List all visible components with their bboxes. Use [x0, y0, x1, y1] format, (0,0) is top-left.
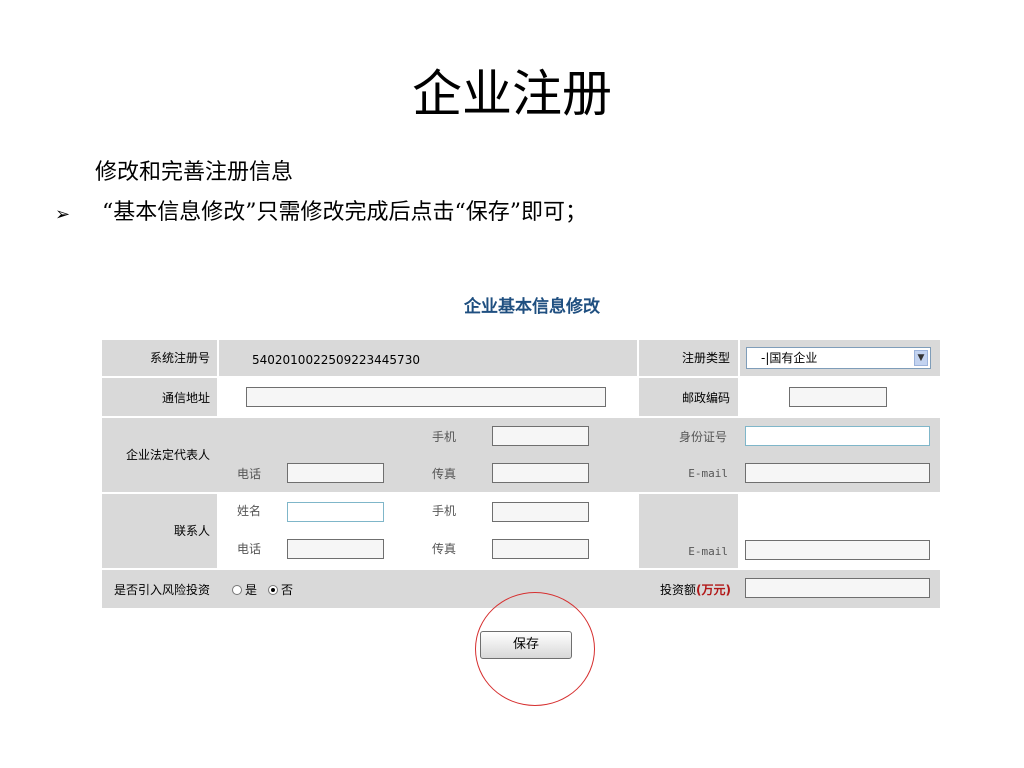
legal-rep-fax-label: 传真: [432, 467, 457, 481]
address-field[interactable]: [246, 387, 606, 407]
reg-type-select[interactable]: -|国有企业 ▼: [746, 347, 931, 369]
legal-rep-email-field[interactable]: [745, 463, 930, 483]
legal-rep-id-field[interactable]: [745, 426, 930, 446]
contact-fax-field[interactable]: [492, 539, 589, 559]
risk-yes-label[interactable]: 是: [245, 582, 257, 598]
slide-title: 企业注册: [412, 65, 612, 123]
invest-unit: (万元): [696, 583, 731, 597]
legal-rep-label: 企业法定代表人: [125, 448, 210, 462]
contact-name-field[interactable]: [287, 502, 384, 522]
invest-label: 投资额: [660, 583, 697, 597]
reg-type-label: 注册类型: [681, 351, 730, 365]
contact-fax-label: 传真: [432, 542, 457, 556]
risk-label: 是否引入风险投资: [113, 583, 210, 597]
postcode-label: 邮政编码: [681, 391, 730, 405]
invest-amount-field[interactable]: [745, 578, 930, 598]
contact-phone-field[interactable]: [287, 539, 384, 559]
contact-mobile-label: 手机: [432, 504, 457, 518]
address-label: 通信地址: [161, 391, 210, 405]
chevron-down-icon[interactable]: ▼: [914, 350, 928, 366]
contact-label: 联系人: [173, 524, 210, 538]
contact-email-field[interactable]: [745, 540, 930, 560]
contact-phone-label: 电话: [237, 542, 262, 556]
reg-type-selected: -|国有企业: [761, 351, 818, 365]
contact-name-label: 姓名: [237, 504, 262, 518]
slide-subtitle: 修改和完善注册信息: [95, 160, 294, 185]
reg-no-value: 5402010022509223445730: [252, 353, 420, 367]
risk-no-label[interactable]: 否: [281, 582, 293, 598]
risk-yes-radio[interactable]: [232, 585, 242, 595]
form-title: 企业基本信息修改: [464, 297, 600, 317]
contact-email-label: E-mail: [688, 545, 728, 558]
risk-no-radio[interactable]: [268, 585, 278, 595]
bullet-arrow-icon: ➢: [55, 204, 71, 225]
contact-mobile-field[interactable]: [492, 502, 589, 522]
highlight-circle: [475, 592, 595, 706]
legal-rep-id-label: 身份证号: [678, 430, 727, 444]
legal-rep-phone-field[interactable]: [287, 463, 384, 483]
invest-label-wrap: 投资额(万元): [640, 582, 731, 598]
legal-rep-phone-label: 电话: [237, 467, 262, 481]
legal-rep-fax-field[interactable]: [492, 463, 589, 483]
legal-rep-mobile-field[interactable]: [492, 426, 589, 446]
postcode-field[interactable]: [789, 387, 887, 407]
slide-bullet-text: “基本信息修改”只需修改完成后点击“保存”即可；: [102, 200, 587, 225]
legal-rep-email-label: E-mail: [688, 467, 728, 480]
reg-no-label: 系统注册号: [149, 351, 210, 365]
legal-rep-mobile-label: 手机: [432, 430, 457, 444]
